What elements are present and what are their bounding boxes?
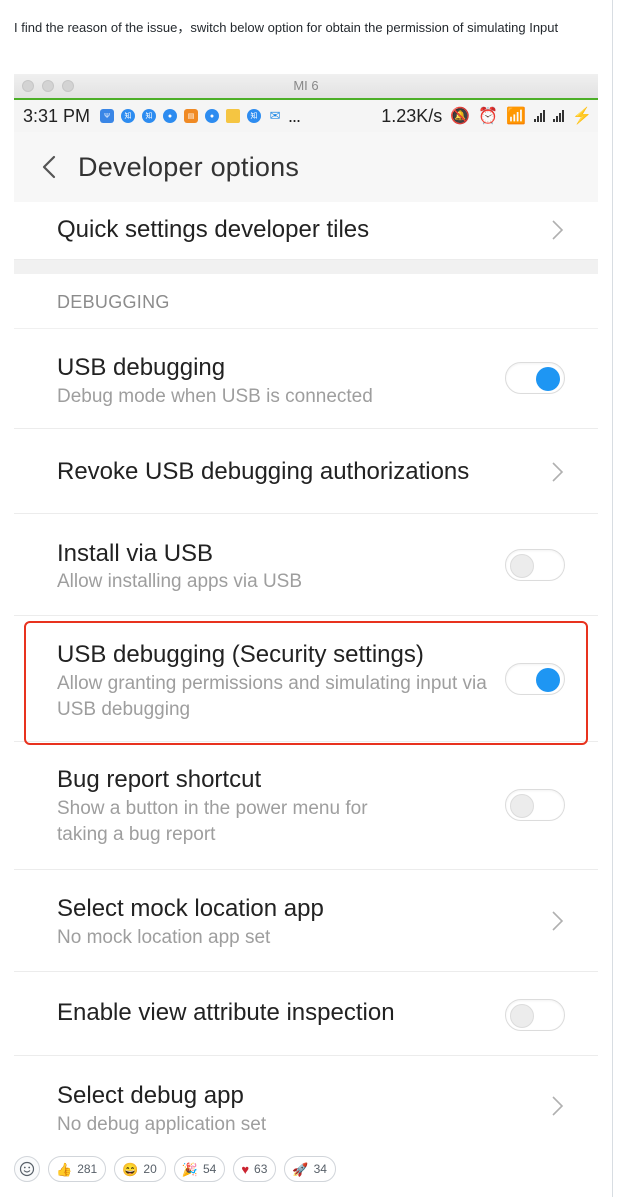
usb-debugging-toggle[interactable] — [505, 362, 565, 394]
row-label: USB debugging — [57, 354, 226, 381]
reaction-thumbs-up[interactable]: 👍 281 — [48, 1156, 107, 1182]
usb-debugging-security-toggle[interactable] — [505, 663, 565, 695]
reactions-bar: 👍 281 😄 20 🎉 54 ♥ 63 🚀 34 — [14, 1156, 336, 1182]
rocket-icon: 🚀 — [292, 1161, 309, 1177]
toggle-knob — [510, 794, 534, 818]
wifi-icon: 📶 — [506, 108, 527, 125]
toggle-knob — [510, 1004, 534, 1028]
row-label: USB debugging (Security settings) — [57, 641, 424, 668]
row-label: Bug report shortcut — [57, 766, 262, 793]
alarm-icon: ⏰ — [478, 108, 499, 125]
row-subtitle: Allow granting permissions and simulatin… — [57, 673, 487, 720]
tada-icon: 🎉 — [181, 1161, 198, 1177]
reaction-tada[interactable]: 🎉 54 — [173, 1156, 226, 1182]
reaction-count: 20 — [143, 1162, 157, 1176]
zhihu-notification-icon: 知 — [121, 109, 136, 123]
notification-icons: Ψ 知 知 ● ▤ ● 知 ✉ — [100, 108, 282, 123]
row-subtitle: Show a button in the power menu for taki… — [57, 798, 368, 845]
usb-debugging-row[interactable]: USB debugging Debug mode when USB is con… — [14, 329, 598, 429]
thumbs-up-icon: 👍 — [56, 1161, 73, 1177]
reaction-count: 34 — [313, 1162, 327, 1176]
message-notification-icon: ▤ — [184, 109, 199, 123]
reaction-laugh[interactable]: 😄 20 — [114, 1156, 166, 1182]
app-notification-icon: ● — [205, 109, 220, 123]
app-header: Developer options — [14, 132, 598, 202]
row-subtitle: No debug application set — [57, 1114, 267, 1135]
zhihu-notification-icon: 知 — [142, 109, 157, 123]
row-label: Quick settings developer tiles — [57, 216, 370, 243]
row-label: Select mock location app — [57, 895, 324, 922]
row-subtitle: Allow installing apps via USB — [57, 571, 303, 592]
comment-text: I find the reason of the issue，switch be… — [14, 20, 559, 35]
reaction-count: 63 — [254, 1162, 268, 1176]
row-label: Select debug app — [57, 1082, 244, 1109]
signal-icon — [553, 110, 565, 122]
chevron-right-icon — [552, 1096, 564, 1116]
signal-icon — [534, 110, 546, 122]
mirror-window-titlebar: MI 6 — [14, 74, 598, 98]
row-label: Enable view attribute inspection — [57, 999, 395, 1026]
window-title: MI 6 — [293, 78, 319, 93]
view-attribute-inspection-toggle[interactable] — [505, 999, 565, 1031]
status-time: 3:31 PM — [23, 105, 91, 126]
install-via-usb-toggle[interactable] — [505, 549, 565, 581]
toggle-knob — [510, 554, 534, 578]
section-title: DEBUGGING — [57, 292, 170, 312]
network-speed: 1.23K/s — [381, 105, 443, 126]
status-bar: 3:31 PM Ψ 知 知 ● ▤ ● 知 ✉ ... 1.23K/s 🔕 ⏰ … — [14, 100, 598, 132]
select-debug-app-row[interactable]: Select debug app No debug application se… — [14, 1056, 598, 1140]
view-attribute-inspection-row[interactable]: Enable view attribute inspection — [14, 972, 598, 1056]
row-label: Revoke USB debugging authorizations — [57, 458, 470, 485]
reaction-count: 54 — [202, 1162, 217, 1176]
mute-icon: 🔕 — [450, 108, 471, 125]
bug-report-shortcut-toggle[interactable] — [505, 789, 565, 821]
add-reaction-button[interactable] — [14, 1156, 40, 1182]
usb-debugging-security-row[interactable]: USB debugging (Security settings) Allow … — [14, 616, 598, 742]
smiley-icon — [19, 1161, 35, 1177]
row-subtitle: No mock location app set — [57, 927, 271, 948]
chevron-right-icon — [552, 462, 564, 482]
toggle-knob — [536, 668, 560, 692]
page-title: Developer options — [78, 152, 300, 182]
charging-icon: ⚡ — [572, 108, 592, 125]
select-mock-location-row[interactable]: Select mock location app No mock locatio… — [14, 870, 598, 972]
reaction-rocket[interactable]: 🚀 34 — [284, 1156, 336, 1182]
settings-list: Quick settings developer tiles DEBUGGING… — [14, 202, 598, 1140]
phone-screenshot: MI 6 3:31 PM Ψ 知 知 ● ▤ ● 知 ✉ ... 1.23K/s… — [14, 74, 598, 1140]
laugh-icon: 😄 — [122, 1161, 139, 1177]
more-notifications-icon: ... — [288, 105, 301, 126]
chat-notification-icon: ● — [163, 109, 178, 123]
section-header-debugging: DEBUGGING — [14, 274, 598, 329]
install-via-usb-row[interactable]: Install via USB Allow installing apps vi… — [14, 514, 598, 616]
reaction-count: 281 — [77, 1162, 98, 1176]
status-right: 1.23K/s 🔕 ⏰ 📶 ⚡ — [381, 100, 592, 132]
quick-settings-tiles-row[interactable]: Quick settings developer tiles — [14, 202, 598, 260]
zhihu-notification-icon: 知 — [247, 109, 262, 123]
note-notification-icon — [226, 109, 241, 123]
usb-notification-icon: Ψ — [100, 109, 115, 123]
chevron-right-icon — [552, 911, 564, 931]
chevron-right-icon — [552, 220, 564, 240]
toggle-knob — [536, 367, 560, 391]
mail-notification-icon: ✉ — [269, 108, 281, 123]
row-label: Install via USB — [57, 540, 214, 567]
heart-icon: ♥ — [241, 1161, 250, 1177]
comment-border — [612, 0, 613, 1197]
chevron-left-icon[interactable] — [38, 153, 62, 181]
row-subtitle: Debug mode when USB is connected — [57, 386, 373, 407]
section-gap — [14, 260, 598, 274]
revoke-usb-authorizations-row[interactable]: Revoke USB debugging authorizations — [14, 429, 598, 514]
bug-report-shortcut-row[interactable]: Bug report shortcut Show a button in the… — [14, 742, 598, 870]
reaction-heart[interactable]: ♥ 63 — [233, 1156, 277, 1182]
